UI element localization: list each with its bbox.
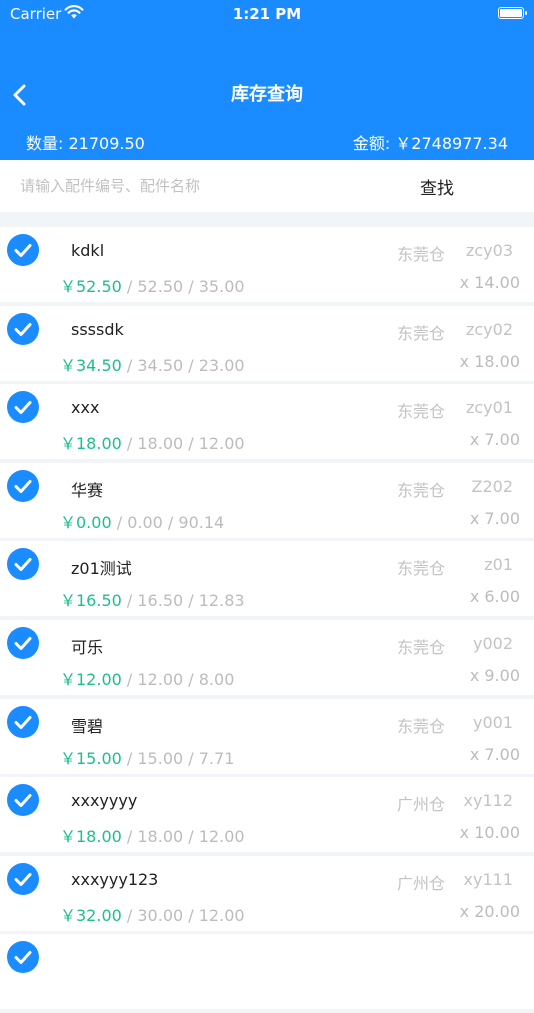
list-item[interactable] [0, 934, 534, 1010]
price-details: / 34.50 / 23.00 [121, 355, 245, 375]
part-name: 雪碧 [71, 716, 104, 736]
stock-quantity: x 14.00 [459, 273, 520, 292]
checkmark-icon[interactable] [7, 862, 39, 895]
list-item[interactable]: xxx 东莞仓 zcy01 ￥18.00 / 18.00 / 12.00 x 7… [0, 384, 534, 460]
navigation-bar: 库存查询 数量: 21709.50 金额: ￥2748977.34 [0, 28, 534, 160]
warehouse-label: 东莞仓 [396, 245, 445, 264]
part-name: xxxyyy123 [71, 869, 159, 889]
status-bar: Carrier 1:21 PM [0, 0, 534, 28]
checkmark-icon[interactable] [7, 626, 39, 659]
stock-quantity: x 7.00 [469, 430, 520, 450]
checkmark-icon[interactable] [7, 234, 39, 266]
part-code: xy111 [463, 869, 513, 889]
sale-price: ￥34.50 [60, 355, 122, 375]
warehouse-label: 广州仓 [396, 795, 445, 815]
part-code: zcy02 [465, 319, 513, 339]
sale-price: ￥52.50 [60, 277, 122, 296]
part-name: 可乐 [71, 637, 104, 657]
price-details: / 18.00 / 12.00 [121, 434, 245, 454]
price-details: / 0.00 / 90.14 [111, 512, 225, 532]
list-item[interactable]: 华赛 东莞仓 Z202 ￥0.00 / 0.00 / 90.14 x 7.00 [0, 462, 534, 538]
sale-price: ￥18.00 [60, 434, 122, 454]
clock: 1:21 PM [232, 5, 302, 23]
total-quantity: 数量: 21709.50 [26, 134, 145, 153]
list-item[interactable]: 可乐 东莞仓 y002 ￥12.00 / 12.00 / 8.00 x 9.00 [0, 619, 534, 695]
inventory-list: kdkl 东莞仓 zcy03 ￥52.50 / 52.50 / 35.00 x … [0, 227, 534, 1013]
list-item[interactable]: xxxyyy123 广州仓 xy111 ￥32.00 / 30.00 / 12.… [0, 855, 534, 931]
warehouse-label: 广州仓 [396, 873, 445, 893]
page-title: 库存查询 [231, 84, 303, 105]
part-name: xxx [71, 398, 100, 418]
list-item[interactable]: kdkl 东莞仓 zcy03 ￥52.50 / 52.50 / 35.00 x … [0, 227, 534, 302]
price-details: / 52.50 / 35.00 [121, 277, 245, 296]
part-name: xxxyyyy [71, 791, 138, 811]
checkmark-icon[interactable] [7, 941, 39, 974]
sale-price: ￥16.50 [60, 591, 122, 611]
warehouse-label: 东莞仓 [396, 559, 445, 579]
part-code: xy112 [463, 791, 513, 811]
stock-quantity: x 10.00 [459, 823, 520, 843]
stock-quantity: x 7.00 [469, 744, 520, 764]
list-item[interactable]: xxxyyyy 广州仓 xy112 ￥18.00 / 18.00 / 12.00… [0, 777, 534, 853]
part-code: y002 [472, 633, 513, 653]
warehouse-label: 东莞仓 [396, 637, 445, 657]
part-code: zcy03 [465, 241, 513, 260]
battery-icon [498, 7, 527, 19]
part-name: kdkl [71, 241, 105, 260]
sale-price: ￥12.00 [60, 669, 122, 689]
price-details: / 12.00 / 8.00 [121, 669, 235, 689]
sale-price: ￥0.00 [60, 512, 112, 532]
search-button[interactable]: 查找 [400, 170, 474, 202]
sale-price: ￥32.00 [60, 905, 122, 925]
price-details: / 30.00 / 12.00 [121, 905, 245, 925]
stock-quantity: x 18.00 [459, 351, 520, 371]
checkmark-icon[interactable] [7, 705, 39, 738]
stock-quantity: x 7.00 [469, 508, 520, 528]
warehouse-label: 东莞仓 [396, 402, 445, 422]
checkmark-icon[interactable] [7, 391, 39, 424]
search-input[interactable] [20, 170, 380, 202]
price-details: / 16.50 / 12.83 [121, 591, 245, 611]
part-code: y001 [472, 712, 513, 732]
sale-price: ￥15.00 [60, 748, 122, 768]
stock-quantity: x 9.00 [469, 665, 520, 685]
part-code: Z202 [471, 476, 514, 496]
part-name: 华赛 [71, 480, 104, 500]
part-name: z01测试 [71, 559, 132, 579]
sale-price: ￥18.00 [60, 827, 122, 847]
total-amount: 金额: ￥2748977.34 [352, 134, 508, 153]
price-details: / 18.00 / 12.00 [121, 827, 245, 847]
stock-quantity: x 6.00 [469, 587, 520, 607]
warehouse-label: 东莞仓 [396, 480, 445, 500]
list-item[interactable]: ssssdk 东莞仓 zcy02 ￥34.50 / 34.50 / 23.00 … [0, 305, 534, 381]
part-code: z01 [484, 555, 513, 575]
list-item[interactable]: z01测试 东莞仓 z01 ￥16.50 / 16.50 / 12.83 x 6… [0, 541, 534, 617]
checkmark-icon[interactable] [7, 312, 39, 345]
price-details: / 15.00 / 7.71 [121, 748, 235, 768]
warehouse-label: 东莞仓 [396, 716, 445, 736]
checkmark-icon[interactable] [7, 548, 39, 581]
part-code: zcy01 [465, 398, 513, 418]
search-bar: 查找 [0, 160, 534, 212]
warehouse-label: 东莞仓 [396, 323, 445, 343]
checkmark-icon[interactable] [7, 469, 39, 502]
list-item[interactable]: 雪碧 东莞仓 y001 ￥15.00 / 15.00 / 7.71 x 7.00 [0, 698, 534, 774]
checkmark-icon[interactable] [7, 784, 39, 817]
part-name: ssssdk [71, 319, 124, 339]
stock-quantity: x 20.00 [459, 901, 520, 921]
